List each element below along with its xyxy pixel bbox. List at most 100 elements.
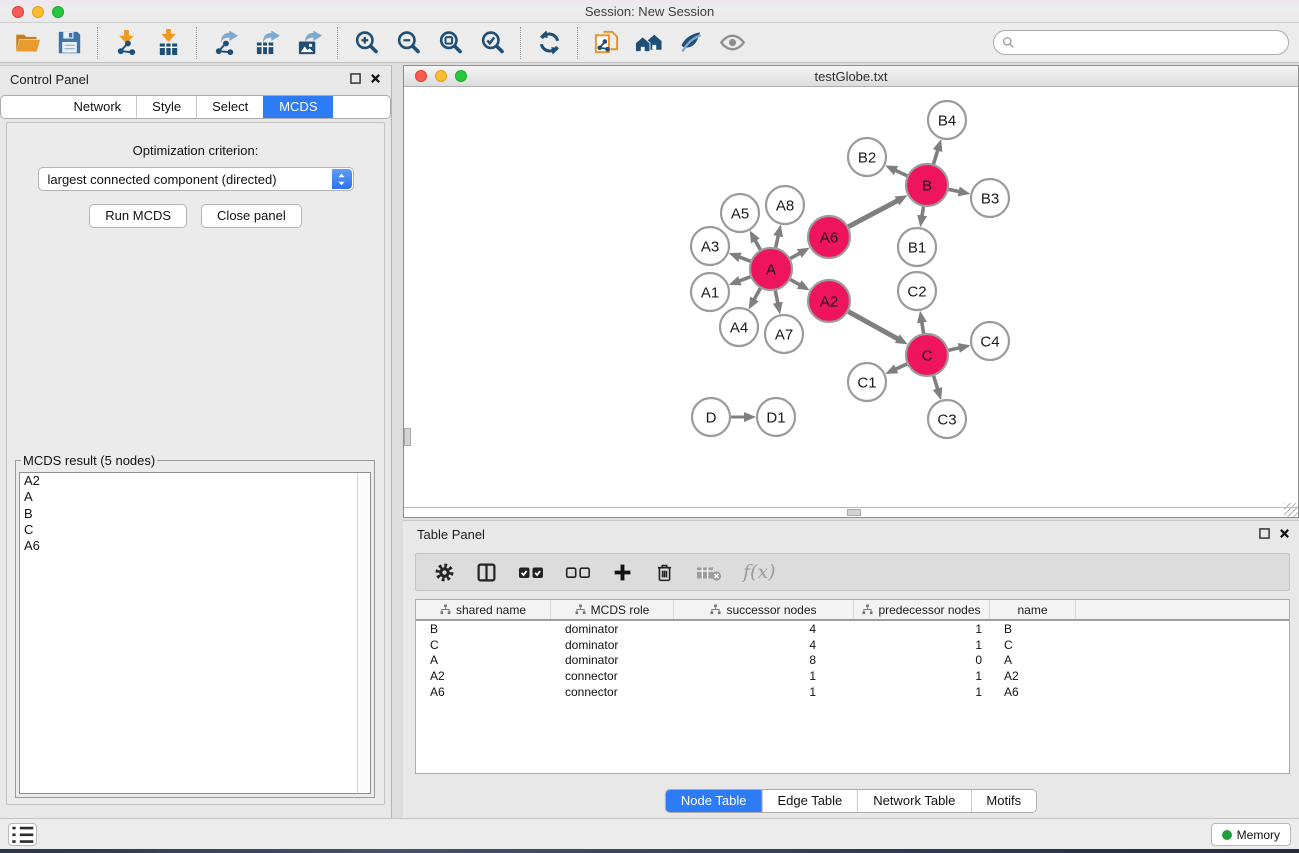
graph-edge-C-C1[interactable] (894, 364, 907, 370)
mcds-result-item[interactable]: A6 (20, 538, 370, 554)
graph-edge-A6-B[interactable] (848, 200, 898, 227)
run-mcds-button[interactable]: Run MCDS (89, 204, 187, 228)
table-row[interactable]: A2connector11A2 (416, 668, 1289, 684)
graph-edge-C-C4[interactable] (949, 348, 961, 351)
table-cell[interactable]: 1 (854, 622, 990, 636)
table-cell[interactable]: A (416, 653, 551, 667)
graph-node-B2[interactable]: B2 (848, 138, 886, 176)
graph-node-A6[interactable]: A6 (808, 216, 850, 258)
mcds-result-item[interactable]: A2 (20, 473, 370, 489)
graph-node-B4[interactable]: B4 (928, 101, 966, 139)
graph-node-A7[interactable]: A7 (765, 315, 803, 353)
table-cell[interactable]: B (990, 622, 1076, 636)
table-cell[interactable]: A6 (416, 685, 551, 699)
float-panel-icon[interactable] (350, 72, 361, 87)
table-cell[interactable]: 1 (854, 669, 990, 683)
table-cell[interactable]: B (416, 622, 551, 636)
import-network-button[interactable] (105, 25, 147, 61)
graph-edge-B-B2[interactable] (894, 170, 907, 176)
network-canvas[interactable]: B4B2BB3A8A5A6A3B1AA1C2A2A4A7C4CC1C3DD1 (404, 87, 1298, 508)
graph-node-D1[interactable]: D1 (757, 398, 795, 436)
graph-node-C2[interactable]: C2 (898, 272, 936, 310)
table-cell[interactable]: C (990, 638, 1076, 652)
graph-node-C4[interactable]: C4 (971, 322, 1009, 360)
network-window-titlebar[interactable]: testGlobe.txt (404, 66, 1298, 87)
mcds-result-item[interactable]: A (20, 489, 370, 505)
hide-graphics-details-button[interactable] (711, 25, 753, 61)
export-network-button[interactable] (204, 25, 246, 61)
table-cell[interactable]: C (416, 638, 551, 652)
network-minimize-icon[interactable] (435, 70, 447, 82)
table-cell[interactable]: A6 (990, 685, 1076, 699)
graph-edge-A-A8[interactable] (776, 234, 779, 247)
import-table-button[interactable] (147, 25, 189, 61)
table-cell[interactable]: A (990, 653, 1076, 667)
graph-node-C1[interactable]: C1 (848, 363, 886, 401)
minimize-window-icon[interactable] (32, 6, 44, 18)
graph-edge-A-A5[interactable] (755, 239, 761, 250)
table-row[interactable]: A6connector11A6 (416, 684, 1289, 700)
table-cell[interactable]: 4 (674, 638, 854, 652)
graph-edge-B-B4[interactable] (934, 149, 939, 164)
resize-grip[interactable] (1284, 503, 1298, 517)
graph-node-C[interactable]: C (906, 334, 948, 376)
close-panel-button[interactable]: Close panel (201, 204, 302, 228)
mcds-result-item[interactable]: C (20, 522, 370, 538)
optimization-criterion-select[interactable]: largest connected component (directed) (38, 167, 354, 191)
add-button[interactable] (612, 562, 633, 583)
mcds-result-item[interactable]: B (20, 506, 370, 522)
open-button[interactable] (6, 25, 48, 61)
graph-edge-A-A1[interactable] (738, 277, 750, 282)
table-row[interactable]: Cdominator41C (416, 637, 1289, 653)
table-cell[interactable]: connector (551, 669, 674, 683)
zoom-in-button[interactable] (345, 25, 387, 61)
graph-node-A4[interactable]: A4 (720, 308, 758, 346)
graph-edge-A2-C[interactable] (848, 312, 899, 340)
table-row[interactable]: Bdominator41B (416, 621, 1289, 637)
graph-edge-B-B3[interactable] (949, 189, 961, 192)
zoom-selected-button[interactable] (471, 25, 513, 61)
table-cell[interactable]: dominator (551, 653, 674, 667)
export-table-button[interactable] (246, 25, 288, 61)
graph-edge-B-B1[interactable] (922, 207, 924, 218)
first-neighbors-button[interactable] (627, 25, 669, 61)
table-row[interactable]: Adominator80A (416, 653, 1289, 669)
table-cell[interactable]: 1 (854, 685, 990, 699)
table-cell[interactable]: dominator (551, 622, 674, 636)
column-pane-button[interactable] (476, 562, 497, 583)
delete-button[interactable] (654, 562, 675, 583)
horizontal-scroll-thumb[interactable] (847, 509, 861, 516)
graph-node-A[interactable]: A (750, 248, 792, 290)
show-graphics-details-button[interactable] (669, 25, 711, 61)
graph-node-D[interactable]: D (692, 398, 730, 436)
save-button[interactable] (48, 25, 90, 61)
float-table-panel-icon[interactable] (1259, 527, 1270, 542)
tab-network[interactable]: Network (58, 96, 136, 118)
settings-button[interactable] (434, 562, 455, 583)
tab-select[interactable]: Select (196, 96, 263, 118)
graph-edge-A-A6[interactable] (790, 253, 801, 259)
column-header-name[interactable]: name (990, 600, 1076, 619)
graph-edge-A-A4[interactable] (754, 288, 761, 300)
zoom-fit-button[interactable] (429, 25, 471, 61)
table-cell[interactable]: A2 (990, 669, 1076, 683)
table-cell[interactable]: 8 (674, 653, 854, 667)
network-graph[interactable]: B4B2BB3A8A5A6A3B1AA1C2A2A4A7C4CC1C3DD1 (404, 87, 1298, 508)
tab-edge-table[interactable]: Edge Table (761, 790, 857, 812)
close-table-panel-icon[interactable] (1279, 527, 1290, 542)
search-box[interactable] (993, 30, 1289, 55)
new-network-from-selection-button[interactable] (585, 25, 627, 61)
network-zoom-icon[interactable] (455, 70, 467, 82)
graph-edge-A-A3[interactable] (738, 257, 750, 262)
graph-node-A3[interactable]: A3 (691, 227, 729, 265)
tab-node-table[interactable]: Node Table (666, 790, 762, 812)
graph-node-A1[interactable]: A1 (691, 273, 729, 311)
close-panel-icon[interactable] (370, 72, 381, 87)
tab-mcds[interactable]: MCDS (263, 96, 332, 118)
column-header-successor-nodes[interactable]: successor nodes (674, 600, 854, 619)
table-cell[interactable]: 0 (854, 653, 990, 667)
graph-node-B1[interactable]: B1 (898, 228, 936, 266)
table-cell[interactable]: connector (551, 685, 674, 699)
table-cell[interactable]: 1 (674, 669, 854, 683)
tab-motifs[interactable]: Motifs (970, 790, 1036, 812)
